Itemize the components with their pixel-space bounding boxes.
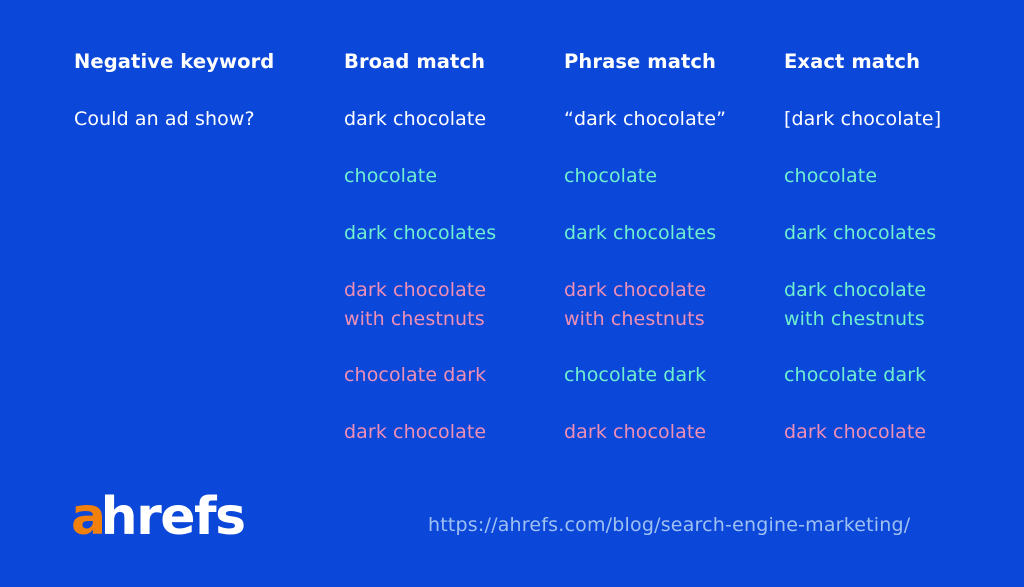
table-row: dark chocolate dark chocolate dark choco…	[74, 418, 994, 447]
cell-phrase-match-1: “dark chocolate”	[564, 108, 727, 130]
cell-phrase-match-5: chocolate dark	[564, 364, 707, 386]
slide-canvas: Negative keyword Broad match Phrase matc…	[0, 0, 1024, 587]
logo-letters-hrefs: hrefs	[100, 487, 247, 547]
cell-phrase-match-3: dark chocolates	[564, 222, 717, 244]
column-header-phrase-match: Phrase match	[564, 50, 717, 73]
logo-letter-a: a	[71, 487, 106, 547]
cell-exact-match-1: [dark chocolate]	[784, 108, 942, 130]
table-row: chocolate dark chocolate dark chocolate …	[74, 361, 994, 390]
table-header-row: Negative keyword Broad match Phrase matc…	[74, 50, 994, 74]
cell-broad-match-6: dark chocolate	[344, 420, 487, 443]
cell-phrase-match-2: chocolate	[564, 165, 658, 187]
cell-broad-match-5: chocolate dark	[344, 364, 487, 386]
column-header-broad-match: Broad match	[344, 50, 486, 73]
cell-exact-match-2: chocolate	[784, 165, 878, 187]
cell-phrase-match-4: dark chocolate with chestnuts	[564, 279, 707, 330]
table-row: chocolate chocolate chocolate	[74, 162, 994, 191]
cell-exact-match-3: dark chocolates	[784, 222, 937, 244]
table-row: dark chocolates dark chocolates dark cho…	[74, 219, 994, 248]
cell-broad-match-3: dark chocolates	[344, 222, 497, 244]
cell-exact-match-5: chocolate dark	[784, 364, 927, 386]
cell-broad-match-1: dark chocolate	[344, 108, 487, 130]
row-label-could-an-ad-show: Could an ad show?	[74, 108, 255, 130]
cell-broad-match-2: chocolate	[344, 165, 438, 187]
column-header-negative-keyword: Negative keyword	[74, 50, 275, 73]
table-row: Could an ad show? dark chocolate “dark c…	[74, 105, 994, 134]
cell-broad-match-4: dark chocolate with chestnuts	[344, 279, 487, 330]
table-row: dark chocolate with chestnuts dark choco…	[74, 276, 994, 333]
cell-exact-match-6: dark chocolate	[784, 420, 927, 443]
cell-phrase-match-6: dark chocolate	[564, 420, 707, 443]
column-header-exact-match: Exact match	[784, 50, 921, 73]
ahrefs-logo: a hrefs	[71, 487, 247, 547]
match-type-comparison-table: Negative keyword Broad match Phrase matc…	[74, 50, 994, 446]
source-url: https://ahrefs.com/blog/search-engine-ma…	[428, 514, 911, 536]
cell-exact-match-4: dark chocolate with chestnuts	[784, 279, 927, 330]
